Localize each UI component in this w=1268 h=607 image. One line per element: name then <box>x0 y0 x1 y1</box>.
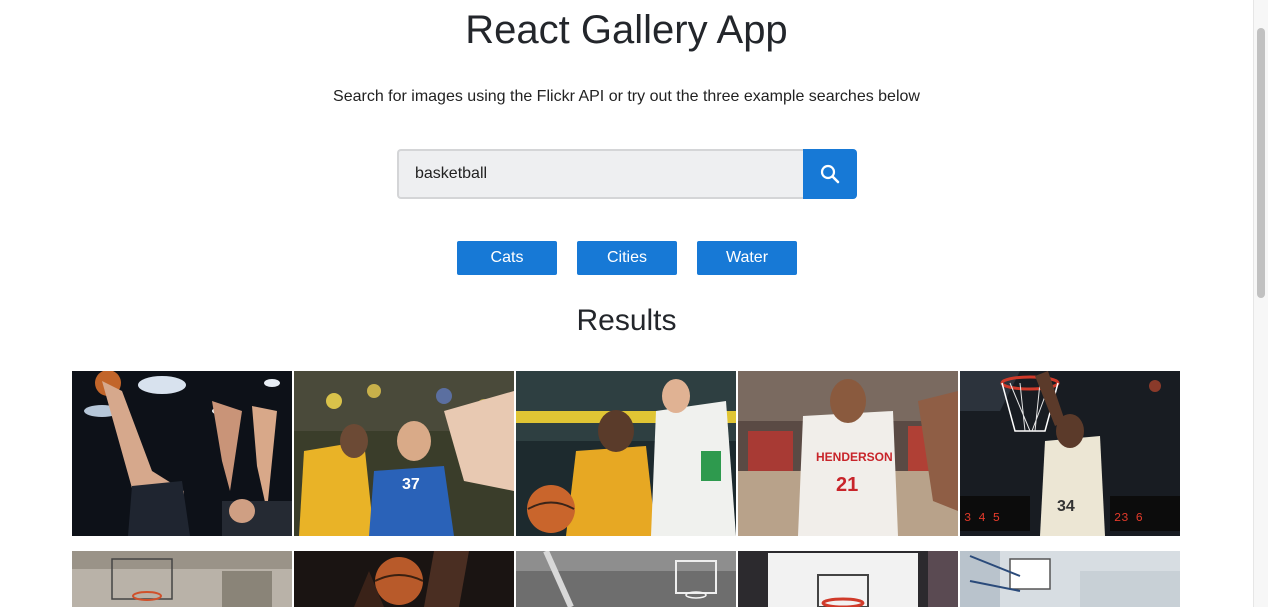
page-title: React Gallery App <box>465 8 788 52</box>
photo-item[interactable]: HENDERSON 21 <box>738 371 958 536</box>
photo-item[interactable] <box>72 371 292 536</box>
photo-item[interactable] <box>960 551 1180 607</box>
svg-text:34: 34 <box>1057 498 1075 515</box>
photo-item[interactable] <box>516 371 736 536</box>
photo-item[interactable]: 37 <box>294 371 514 536</box>
scrollbar-thumb[interactable] <box>1257 28 1265 298</box>
page-subtitle: Search for images using the Flickr API o… <box>333 88 920 105</box>
page: React Gallery App Search for images usin… <box>0 0 1253 607</box>
photo-basketball-red-rim <box>738 551 958 607</box>
svg-text:HENDERSON: HENDERSON <box>816 450 893 464</box>
photo-item[interactable] <box>72 551 292 607</box>
search-input[interactable] <box>397 149 803 199</box>
page-scrollbar[interactable] <box>1253 0 1268 607</box>
photo-item[interactable] <box>738 551 958 607</box>
photo-basketball-gym <box>72 551 292 607</box>
svg-text:3 4 5: 3 4 5 <box>964 511 1000 525</box>
photo-basketball-dribble <box>516 371 736 536</box>
example-search-nav: Cats Cities Water <box>457 241 797 275</box>
photo-item[interactable]: 34 3 4 5 23 6 <box>960 371 1180 536</box>
search-button[interactable] <box>803 149 857 199</box>
svg-text:37: 37 <box>402 476 420 493</box>
photo-item[interactable] <box>516 551 736 607</box>
results-heading: Results <box>576 304 677 337</box>
nav-button-cats[interactable]: Cats <box>457 241 557 275</box>
photo-basketball-bw-hoop <box>516 551 736 607</box>
photo-basketball-drive: 37 <box>294 371 514 536</box>
svg-text:21: 21 <box>836 474 858 496</box>
nav-button-water[interactable]: Water <box>697 241 797 275</box>
photo-basketball-court <box>960 551 1180 607</box>
photo-basketball-shot <box>72 371 292 536</box>
photo-basketball-hands <box>294 551 514 607</box>
search-icon <box>820 164 840 184</box>
svg-text:23 6: 23 6 <box>1114 511 1143 525</box>
search-form <box>397 149 857 199</box>
photo-item[interactable] <box>294 551 514 607</box>
photo-basketball-dunk: 34 3 4 5 23 6 <box>960 371 1180 536</box>
photo-basketball-henderson: HENDERSON 21 <box>738 371 958 536</box>
nav-button-cities[interactable]: Cities <box>577 241 677 275</box>
